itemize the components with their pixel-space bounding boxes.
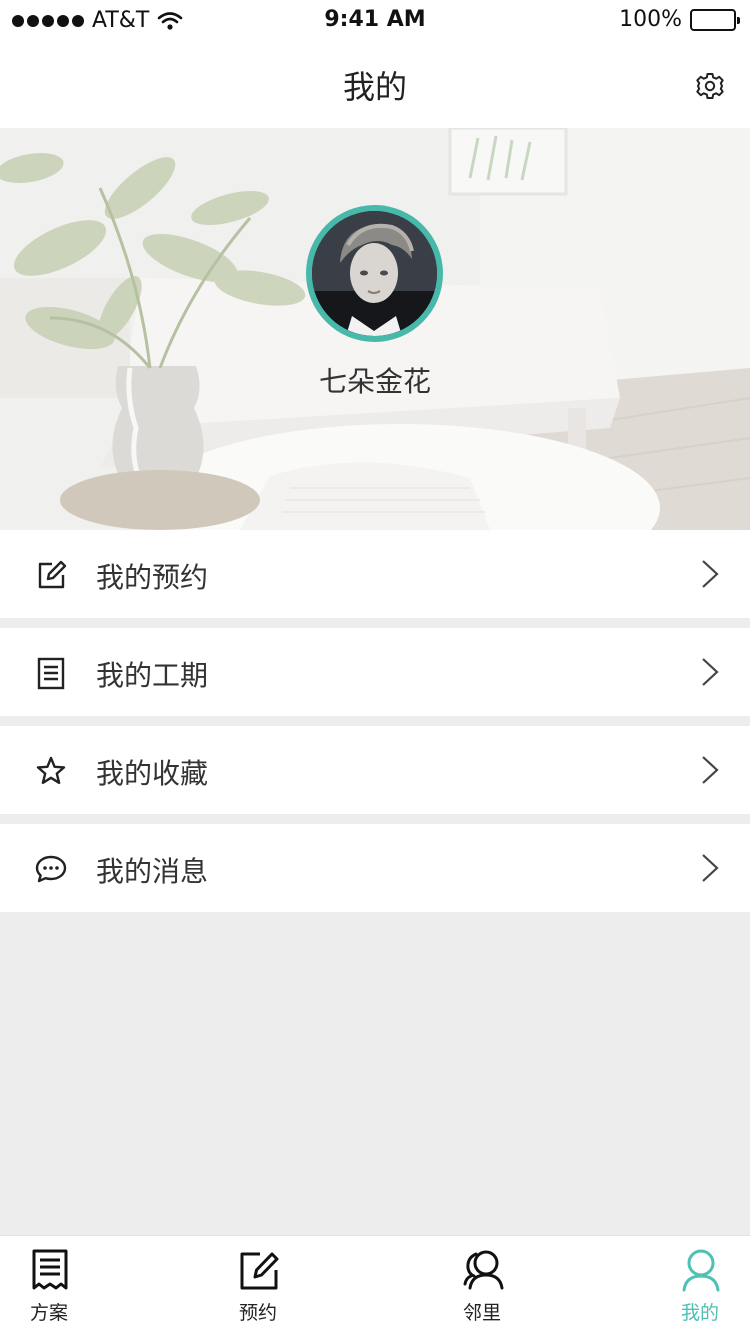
tab-bar: 方案 预约 邻里 我的 [0,1235,750,1334]
menu-item-favorites[interactable]: 我的收藏 [0,726,750,814]
tab-neighbors[interactable]: 邻里 [437,1236,527,1334]
tab-label: 预约 [238,1302,277,1324]
menu-item-label: 我的消息 [96,855,209,888]
chevron-right-icon [702,560,719,588]
tab-label: 方案 [29,1302,68,1324]
battery-percent: 100% [619,7,682,32]
neighbors-icon [463,1250,504,1290]
menu-item-schedule[interactable]: 我的工期 [0,628,750,716]
username: 七朵金花 [318,365,431,398]
status-bar: AT&T 9:41 AM 100% [0,0,750,40]
chevron-right-icon [702,658,719,686]
tab-label: 邻里 [462,1302,501,1324]
battery-icon [690,8,740,31]
tab-appointments[interactable]: 预约 [213,1236,303,1334]
menu-item-label: 我的收藏 [96,757,209,790]
edit-icon [240,1252,279,1290]
avatar[interactable] [306,205,443,342]
avatar-photo [312,211,437,336]
document-icon [37,657,65,690]
battery-info: 100% [619,7,740,32]
tab-mine[interactable]: 我的 [655,1236,745,1334]
gear-icon[interactable] [696,72,724,100]
tab-plan[interactable]: 方案 [4,1236,94,1334]
profile-menu: 我的预约 我的工期 我的收藏 我的消息 [0,530,750,922]
edit-icon [38,560,67,589]
plan-icon [32,1249,68,1290]
chat-icon [35,855,67,883]
chevron-right-icon [702,756,719,784]
tab-label: 我的 [680,1302,719,1324]
page-title: 我的 [342,68,407,106]
user-icon [682,1249,720,1292]
profile-header: 七朵金花 [0,128,750,530]
star-icon [36,756,66,784]
navigation-bar: 我的 [0,40,750,128]
menu-item-appointments[interactable]: 我的预约 [0,530,750,618]
menu-item-label: 我的预约 [96,561,209,594]
chevron-right-icon [702,854,719,882]
menu-item-label: 我的工期 [96,659,209,692]
menu-item-messages[interactable]: 我的消息 [0,824,750,912]
